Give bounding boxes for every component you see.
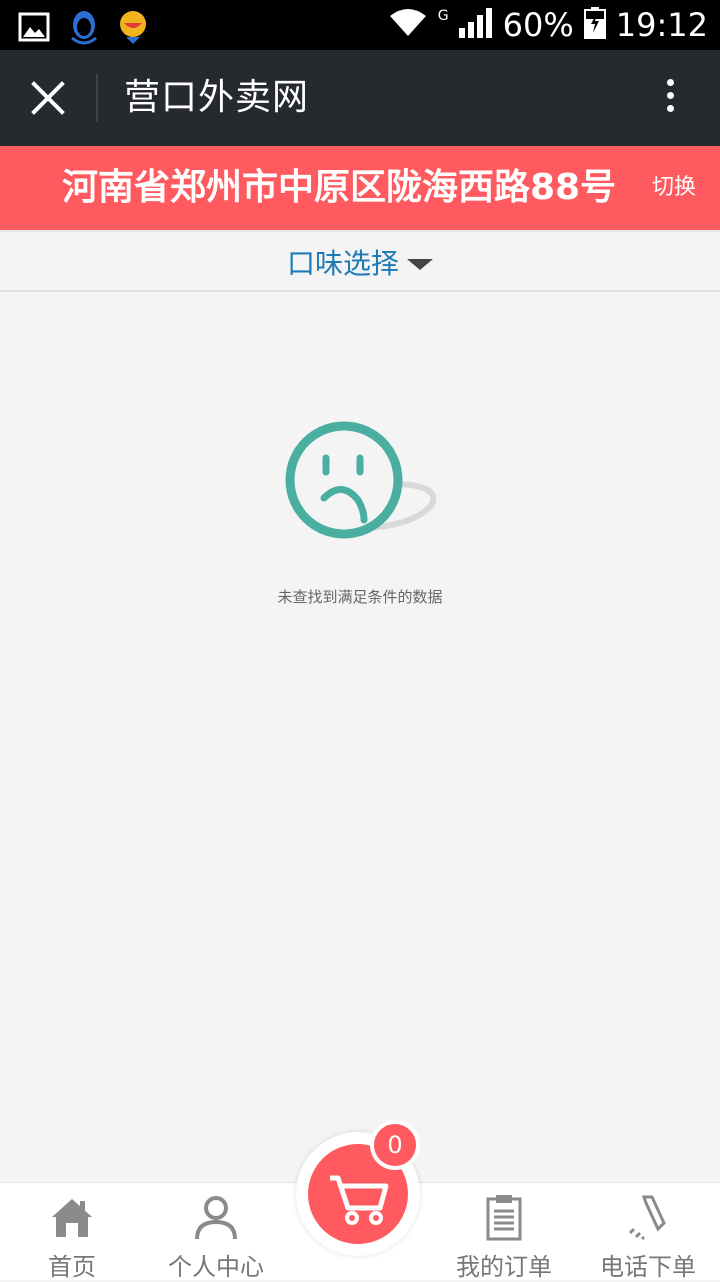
- wifi-icon: [388, 8, 428, 42]
- nav-item-profile[interactable]: 个人中心: [144, 1183, 288, 1281]
- switch-address-button[interactable]: 切换: [652, 146, 696, 230]
- nav-label-home: 首页: [48, 1253, 96, 1281]
- battery-percent: 60%: [502, 6, 574, 44]
- nav-item-phone-order[interactable]: 电话下单: [576, 1183, 720, 1281]
- nav-item-orders[interactable]: 我的订单: [432, 1183, 576, 1281]
- current-address: 河南省郑州市中原区陇海西路88号: [62, 167, 617, 208]
- nav-item-home[interactable]: 首页: [0, 1183, 144, 1281]
- nav-label-orders: 我的订单: [456, 1253, 552, 1281]
- more-dot: [666, 105, 674, 112]
- more-dot: [666, 92, 674, 99]
- network-type: G: [437, 8, 449, 24]
- home-icon: [52, 1199, 92, 1237]
- more-dot: [666, 79, 674, 86]
- taste-filter-dropdown[interactable]: 口味选择: [0, 232, 720, 292]
- filter-bar: 口味选择: [0, 230, 720, 292]
- close-icon: [31, 81, 65, 115]
- emoji-icon: [118, 9, 148, 49]
- title-bar: 营口外卖网: [0, 50, 720, 146]
- chevron-down-icon: [407, 258, 433, 270]
- user-icon: [195, 1196, 237, 1240]
- address-bar: 河南省郑州市中原区陇海西路88号 切换: [0, 146, 720, 230]
- empty-message: 未查找到满足条件的数据: [277, 588, 443, 606]
- close-button[interactable]: [22, 72, 74, 124]
- more-options-button[interactable]: [660, 74, 680, 122]
- battery-charging-icon: [583, 7, 606, 43]
- clipboard-icon: [486, 1195, 522, 1241]
- cart-count-badge: 0: [370, 1120, 420, 1170]
- cellular-icon: [458, 8, 493, 42]
- nav-label-profile: 个人中心: [168, 1253, 264, 1281]
- phone-icon: [628, 1195, 666, 1241]
- title-divider: [96, 74, 98, 122]
- clock: 19:12: [615, 6, 708, 44]
- sad-face-icon: [284, 420, 440, 544]
- qq-icon: [68, 8, 100, 50]
- nav-label-phone-order: 电话下单: [600, 1253, 696, 1281]
- taste-filter-label: 口味选择: [286, 247, 399, 280]
- status-bar: G 60% 19:12: [0, 0, 720, 50]
- gallery-icon: [18, 11, 50, 47]
- page-title: 营口外卖网: [124, 77, 310, 118]
